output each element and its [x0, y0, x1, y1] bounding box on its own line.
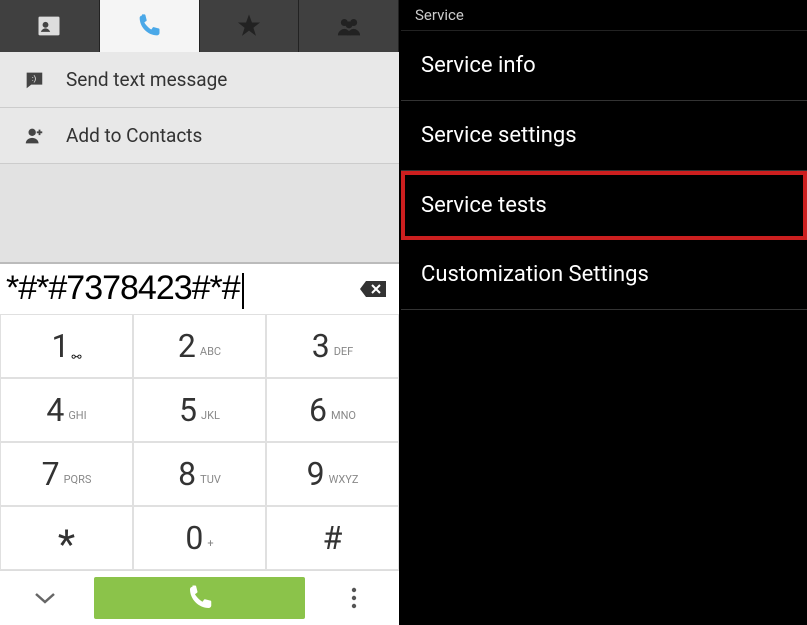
dial-display: *#*#7378423#*#	[0, 262, 399, 314]
service-item-settings[interactable]: Service settings	[401, 101, 807, 171]
bottom-bar	[0, 570, 399, 625]
overflow-icon	[351, 587, 357, 609]
key-6[interactable]: 6MNO	[266, 378, 399, 442]
service-header: Service	[401, 0, 807, 31]
send-sms-row[interactable]: :) Send text message	[0, 52, 399, 108]
sms-icon: :)	[20, 69, 48, 91]
dialer-panel: :) Send text message Add to Contacts *#*…	[0, 0, 401, 625]
backspace-icon	[358, 277, 390, 301]
star-icon	[235, 12, 263, 40]
group-icon	[335, 12, 363, 40]
tab-contacts[interactable]	[0, 0, 100, 52]
tab-favorites[interactable]	[200, 0, 300, 52]
service-item-tests[interactable]: Service tests	[401, 171, 807, 240]
collapse-button[interactable]	[0, 571, 90, 625]
key-1[interactable]: 1⚯	[0, 314, 133, 378]
key-8[interactable]: 8TUV	[133, 442, 266, 506]
overflow-button[interactable]	[309, 571, 399, 625]
add-contact-label: Add to Contacts	[66, 124, 202, 147]
key-star[interactable]: *	[0, 506, 133, 570]
svg-text::): :)	[32, 73, 37, 82]
key-4[interactable]: 4GHI	[0, 378, 133, 442]
add-contact-icon	[20, 125, 48, 147]
tab-dialer[interactable]	[100, 0, 200, 52]
service-item-info[interactable]: Service info	[401, 31, 807, 101]
phone-call-icon	[185, 583, 215, 613]
key-hash[interactable]: #	[266, 506, 399, 570]
top-tabs	[0, 0, 399, 52]
voicemail-icon: ⚯	[71, 350, 81, 364]
keypad: 1⚯ 2ABC 3DEF 4GHI 5JKL 6MNO 7PQRS 8TUV 9…	[0, 314, 399, 570]
dial-number[interactable]: *#*#7378423#*#	[0, 269, 349, 308]
key-2[interactable]: 2ABC	[133, 314, 266, 378]
key-0[interactable]: 0+	[133, 506, 266, 570]
chevron-down-icon	[33, 591, 57, 605]
add-contact-row[interactable]: Add to Contacts	[0, 108, 399, 164]
call-button[interactable]	[94, 577, 305, 619]
sms-label: Send text message	[66, 68, 227, 91]
action-list: :) Send text message Add to Contacts	[0, 52, 399, 164]
service-panel: Service Service info Service settings Se…	[401, 0, 807, 625]
tab-groups[interactable]	[299, 0, 399, 52]
key-9[interactable]: 9WXYZ	[266, 442, 399, 506]
key-5[interactable]: 5JKL	[133, 378, 266, 442]
service-item-customization[interactable]: Customization Settings	[401, 240, 807, 310]
key-3[interactable]: 3DEF	[266, 314, 399, 378]
phone-icon	[135, 12, 163, 40]
key-7[interactable]: 7PQRS	[0, 442, 133, 506]
empty-area	[0, 164, 399, 262]
backspace-button[interactable]	[349, 277, 399, 301]
contact-card-icon	[35, 12, 63, 40]
